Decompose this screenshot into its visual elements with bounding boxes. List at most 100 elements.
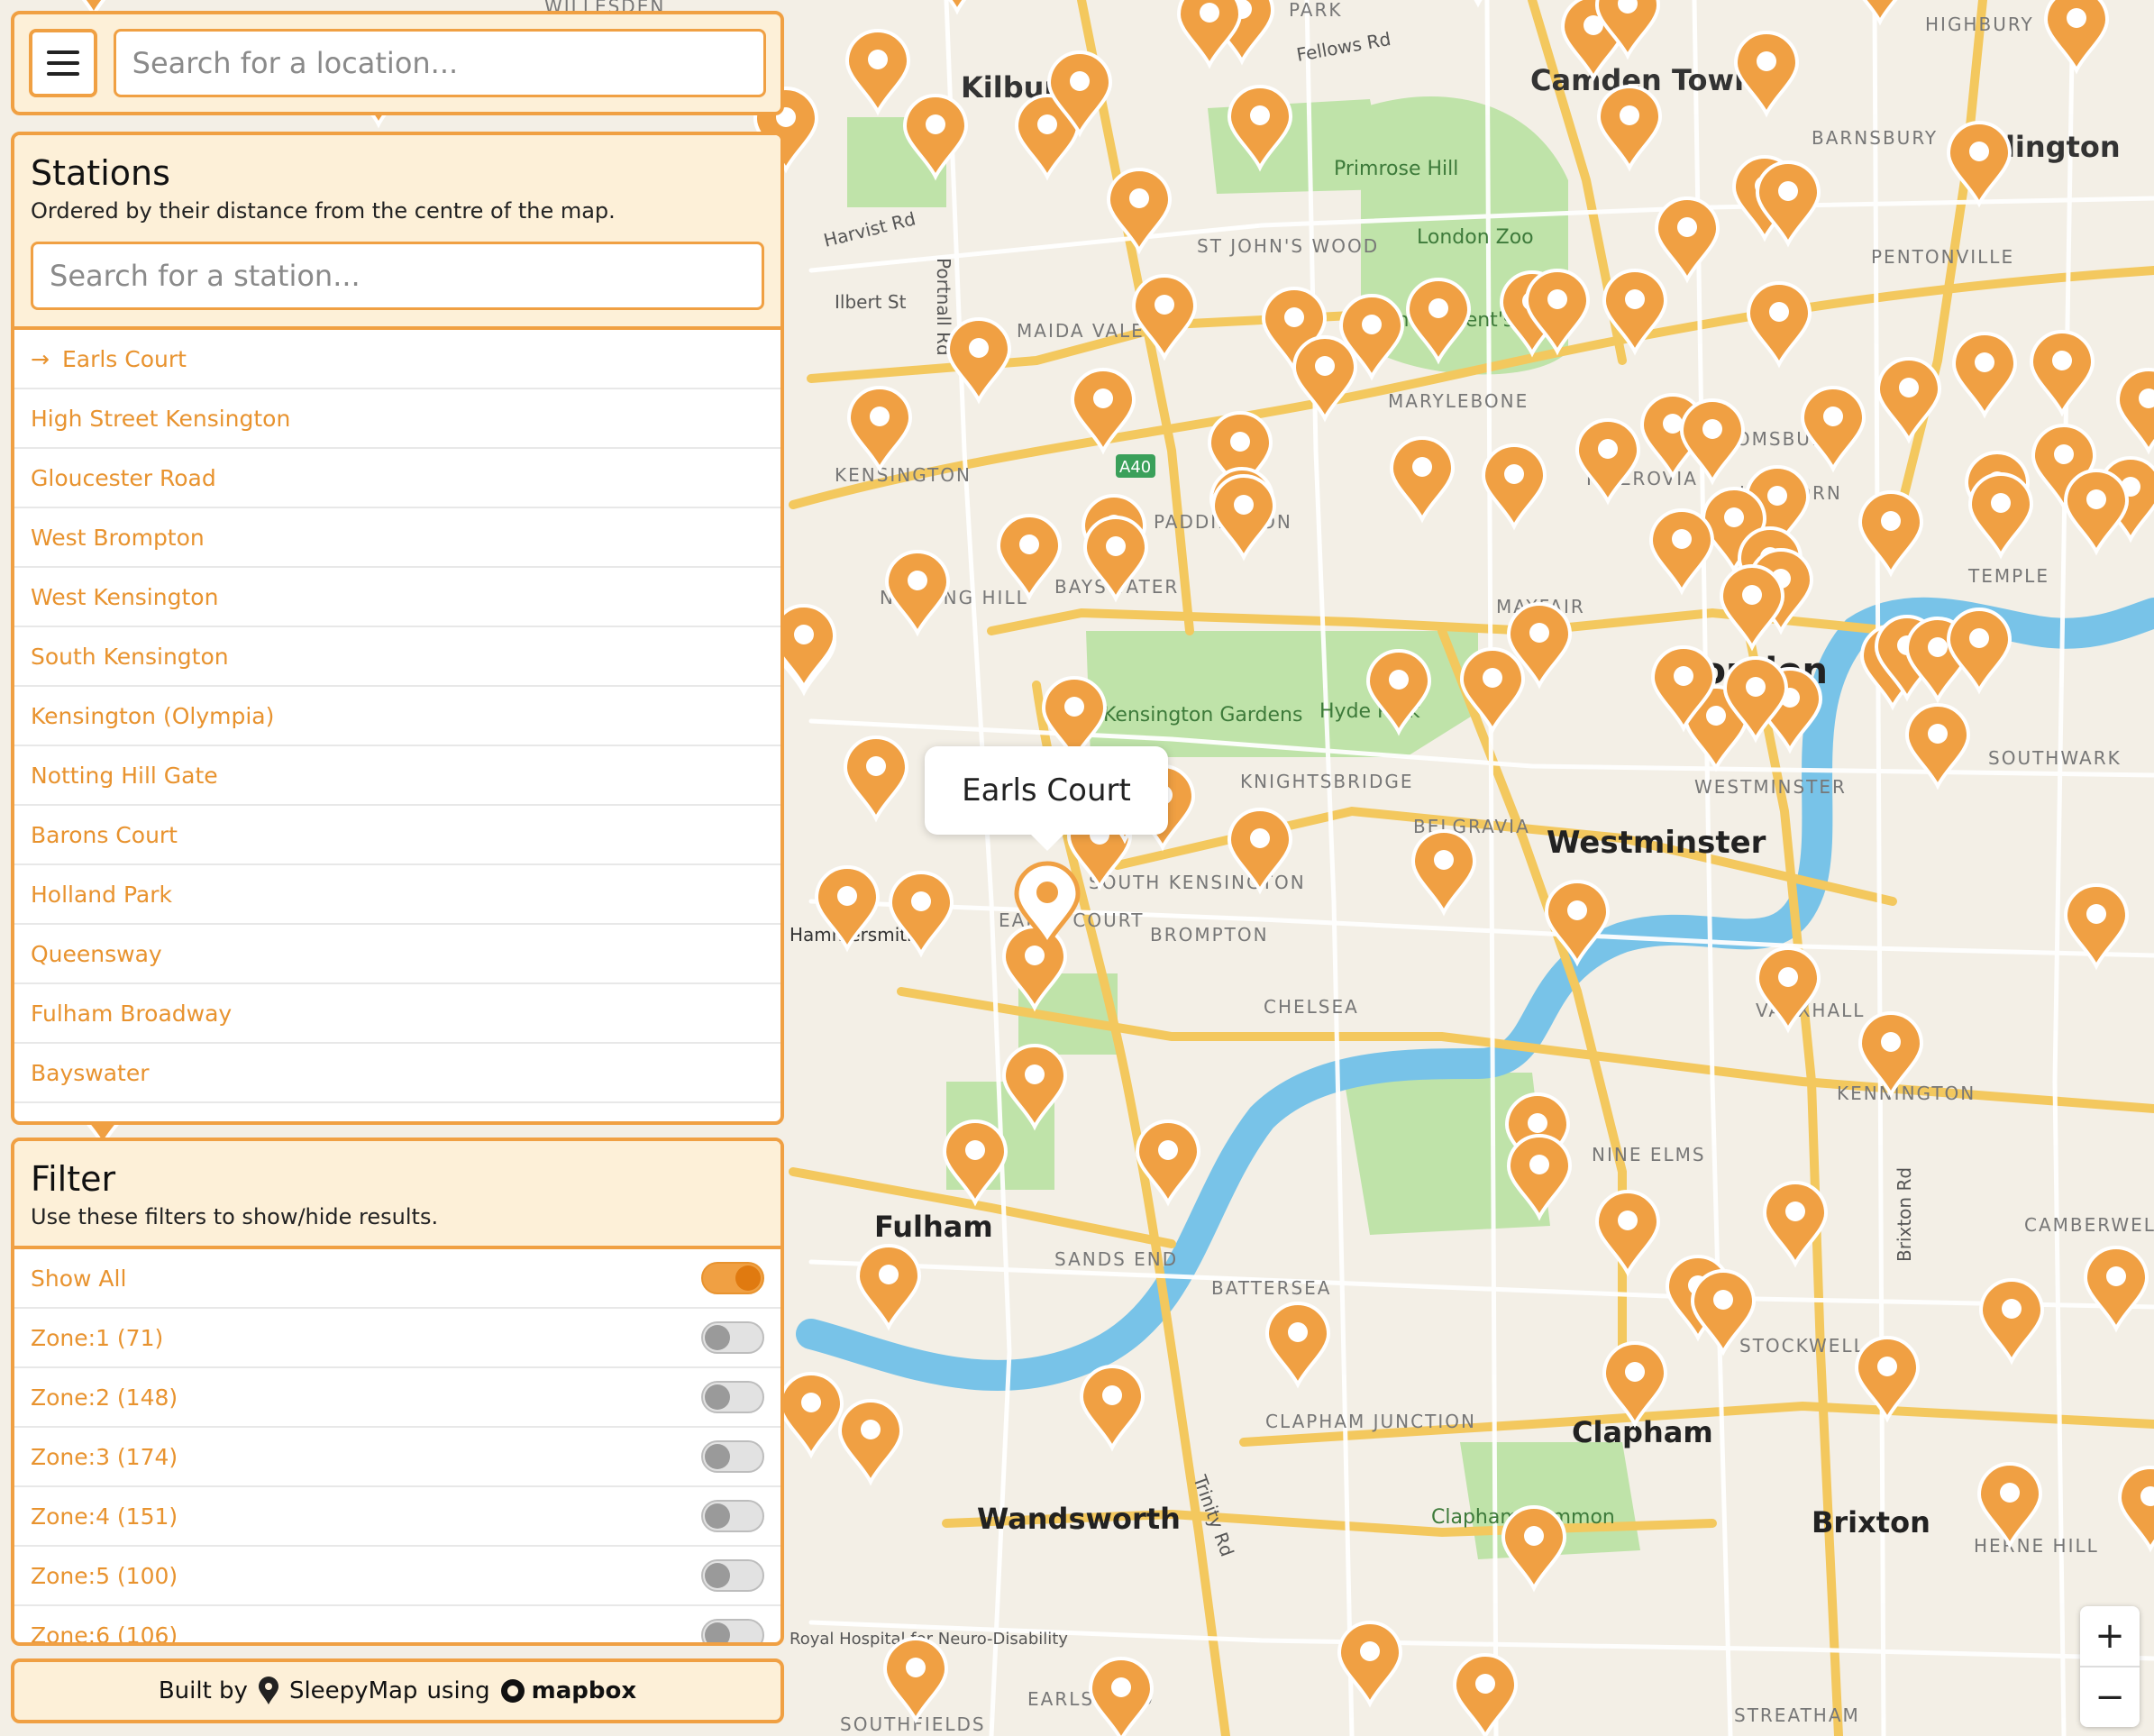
arrow-right-icon: →: [31, 345, 50, 372]
station-list-item[interactable]: Notting Hill Gate: [14, 746, 780, 806]
svg-text:Wandsworth: Wandsworth: [977, 1502, 1181, 1536]
svg-text:Fulham: Fulham: [874, 1210, 993, 1244]
svg-text:KNIGHTSBRIDGE: KNIGHTSBRIDGE: [1240, 771, 1413, 792]
svg-text:CLAPHAM JUNCTION: CLAPHAM JUNCTION: [1265, 1411, 1476, 1432]
toggle-switch[interactable]: [701, 1559, 764, 1592]
stations-panel: Stations Ordered by their distance from …: [11, 132, 784, 1125]
svg-text:BATTERSEA: BATTERSEA: [1211, 1277, 1331, 1299]
stations-subtitle: Ordered by their distance from the centr…: [31, 198, 616, 224]
svg-text:BARNSBURY: BARNSBURY: [1812, 127, 1938, 149]
station-list-item[interactable]: Holland Park: [14, 865, 780, 925]
toggle-switch[interactable]: [701, 1262, 764, 1294]
svg-text:PARK: PARK: [1289, 0, 1342, 21]
location-search-input[interactable]: [113, 29, 766, 97]
svg-text:London Zoo: London Zoo: [1417, 226, 1534, 249]
filter-label: Zone:5 (100): [31, 1562, 178, 1589]
zoom-in-button[interactable]: +: [2080, 1606, 2140, 1666]
toggle-switch[interactable]: [701, 1440, 764, 1473]
filter-row-zone-6: Zone:6 (106): [14, 1606, 780, 1646]
station-name: Holland Park: [31, 881, 172, 908]
station-name: West Kensington: [31, 583, 219, 610]
toggle-knob: [705, 1444, 730, 1469]
filter-row-zone-3: Zone:3 (174): [14, 1428, 780, 1487]
zoom-out-button[interactable]: −: [2080, 1666, 2140, 1727]
toggle-switch[interactable]: [701, 1619, 764, 1642]
credit-bar: Built by SleepyMap using mapbox: [11, 1658, 784, 1723]
svg-text:STOCKWELL: STOCKWELL: [1739, 1335, 1866, 1357]
filter-label: Zone:3 (174): [31, 1443, 178, 1470]
toggle-switch[interactable]: [701, 1321, 764, 1354]
svg-text:Brixton Rd: Brixton Rd: [1894, 1167, 1915, 1262]
svg-text:Westminster: Westminster: [1547, 825, 1766, 861]
credit-using: using: [426, 1677, 490, 1704]
menu-button[interactable]: [29, 29, 97, 97]
credit-brand[interactable]: SleepyMap: [289, 1677, 417, 1704]
hamburger-icon: [46, 50, 79, 54]
svg-text:A40: A40: [1119, 458, 1151, 477]
hamburger-icon-bar: [46, 61, 79, 65]
station-list-item[interactable]: Gloucester Road: [14, 449, 780, 508]
toggle-knob: [705, 1622, 730, 1642]
svg-text:Ilbert St: Ilbert St: [835, 291, 907, 313]
mapbox-wordmark: mapbox: [531, 1677, 637, 1704]
road-shield-a40: A40: [1116, 454, 1155, 478]
station-search-input[interactable]: [31, 242, 764, 310]
station-popup: Earls Court: [925, 746, 1168, 851]
svg-text:NINE ELMS: NINE ELMS: [1592, 1144, 1706, 1165]
filter-row-zone-5: Zone:5 (100): [14, 1547, 780, 1606]
filter-row-zone-2: Zone:2 (148): [14, 1368, 780, 1428]
toggle-switch[interactable]: [701, 1381, 764, 1413]
station-list-item-selected[interactable]: → Earls Court: [14, 330, 780, 389]
svg-text:KENSINGTON: KENSINGTON: [835, 464, 972, 486]
filter-label: Zone:2 (148): [31, 1384, 178, 1411]
svg-text:Primrose Hill: Primrose Hill: [1334, 158, 1458, 180]
mapbox-icon: [500, 1679, 525, 1703]
popup-label: Earls Court: [962, 772, 1131, 809]
stations-title: Stations: [31, 153, 170, 193]
filter-row-zone-1: Zone:1 (71): [14, 1309, 780, 1368]
svg-text:WESTMINSTER: WESTMINSTER: [1694, 776, 1847, 798]
station-name: Earls Court: [61, 345, 187, 372]
station-list-item[interactable]: Bayswater: [14, 1044, 780, 1103]
station-name: Gloucester Road: [31, 464, 216, 491]
station-list-item[interactable]: High Street Kensington: [14, 389, 780, 449]
toggle-knob: [735, 1265, 761, 1291]
station-list-item[interactable]: Barons Court: [14, 806, 780, 865]
station-name: Notting Hill Gate: [31, 762, 218, 789]
toggle-switch[interactable]: [701, 1500, 764, 1532]
svg-text:Kensington Gardens: Kensington Gardens: [1103, 704, 1302, 726]
zoom-controls: + −: [2080, 1606, 2140, 1727]
filter-row-show-all: Show All: [14, 1249, 780, 1309]
svg-text:MAIDA VALE: MAIDA VALE: [1017, 320, 1145, 342]
filter-label: Zone:6 (106): [31, 1622, 178, 1646]
station-name: Queensway: [31, 940, 162, 967]
station-list-item[interactable]: West Kensington: [14, 568, 780, 627]
station-name: Bayswater: [31, 1059, 150, 1086]
svg-text:Clapham: Clapham: [1572, 1415, 1713, 1449]
svg-text:PENTONVILLE: PENTONVILLE: [1871, 246, 2014, 268]
svg-text:MARYLEBONE: MARYLEBONE: [1388, 390, 1529, 412]
station-list: → Earls Court High Street Kensington Glo…: [14, 330, 780, 1103]
station-list-item[interactable]: Kensington (Olympia): [14, 687, 780, 746]
svg-text:ST JOHN'S WOOD: ST JOHN'S WOOD: [1197, 235, 1379, 257]
toggle-knob: [705, 1325, 730, 1350]
svg-text:HERNE HILL: HERNE HILL: [1974, 1535, 2099, 1557]
filter-list: Show All Zone:1 (71) Zone:2 (148) Zone:3…: [14, 1249, 780, 1646]
svg-text:CHELSEA: CHELSEA: [1264, 996, 1359, 1018]
station-name: Kensington (Olympia): [31, 702, 275, 729]
svg-text:SOUTH KENSINGTON: SOUTH KENSINGTON: [1089, 872, 1306, 893]
filter-panel: Filter Use these filters to show/hide re…: [11, 1138, 784, 1646]
station-list-item[interactable]: Queensway: [14, 925, 780, 984]
filter-subtitle: Use these filters to show/hide results.: [31, 1204, 439, 1229]
station-name: Barons Court: [31, 821, 178, 848]
svg-text:KENNINGTON: KENNINGTON: [1837, 1083, 1976, 1104]
station-list-item[interactable]: South Kensington: [14, 627, 780, 687]
station-list-item[interactable]: West Brompton: [14, 508, 780, 568]
sleepymap-logo-icon: [258, 1677, 278, 1704]
svg-text:BROMPTON: BROMPTON: [1150, 924, 1269, 946]
filter-row-zone-4: Zone:4 (151): [14, 1487, 780, 1547]
station-name: High Street Kensington: [31, 405, 291, 432]
mapbox-logo[interactable]: mapbox: [499, 1677, 637, 1704]
station-list-item[interactable]: Fulham Broadway: [14, 984, 780, 1044]
filter-title: Filter: [31, 1159, 116, 1199]
